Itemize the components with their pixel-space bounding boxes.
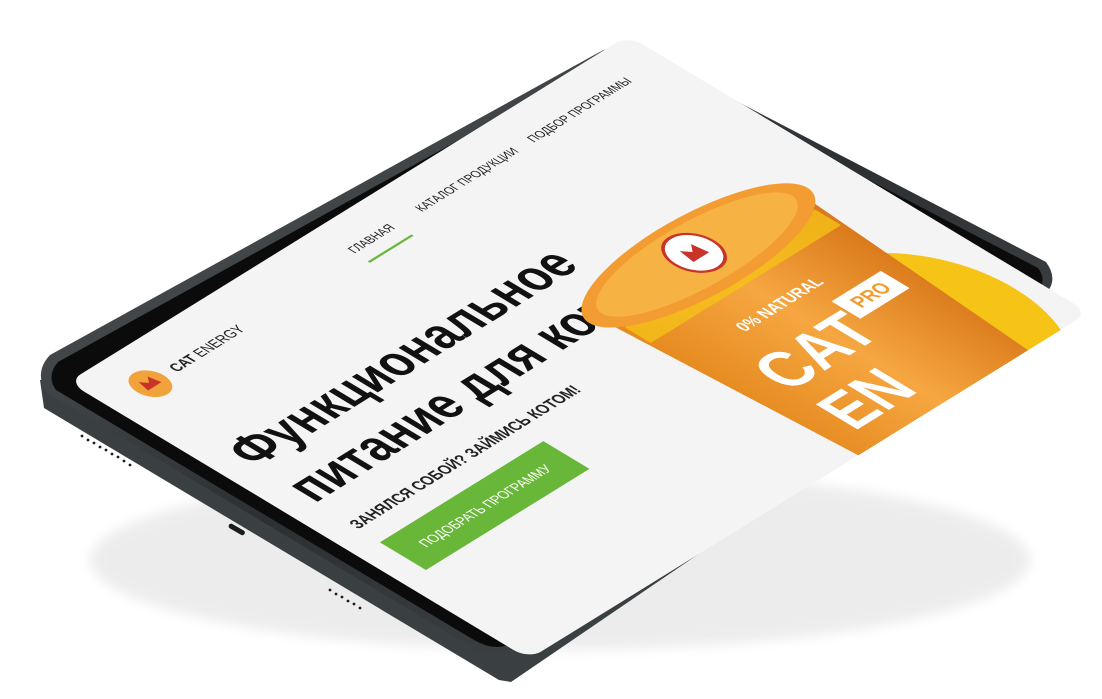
tablet-mockup: CAT ENERGY ГЛАВНАЯ КАТАЛОГ ПРОДУКЦИИ ПОД… xyxy=(40,35,1089,682)
mockup-stage: CAT ENERGY ГЛАВНАЯ КАТАЛОГ ПРОДУКЦИИ ПОД… xyxy=(0,0,1102,699)
